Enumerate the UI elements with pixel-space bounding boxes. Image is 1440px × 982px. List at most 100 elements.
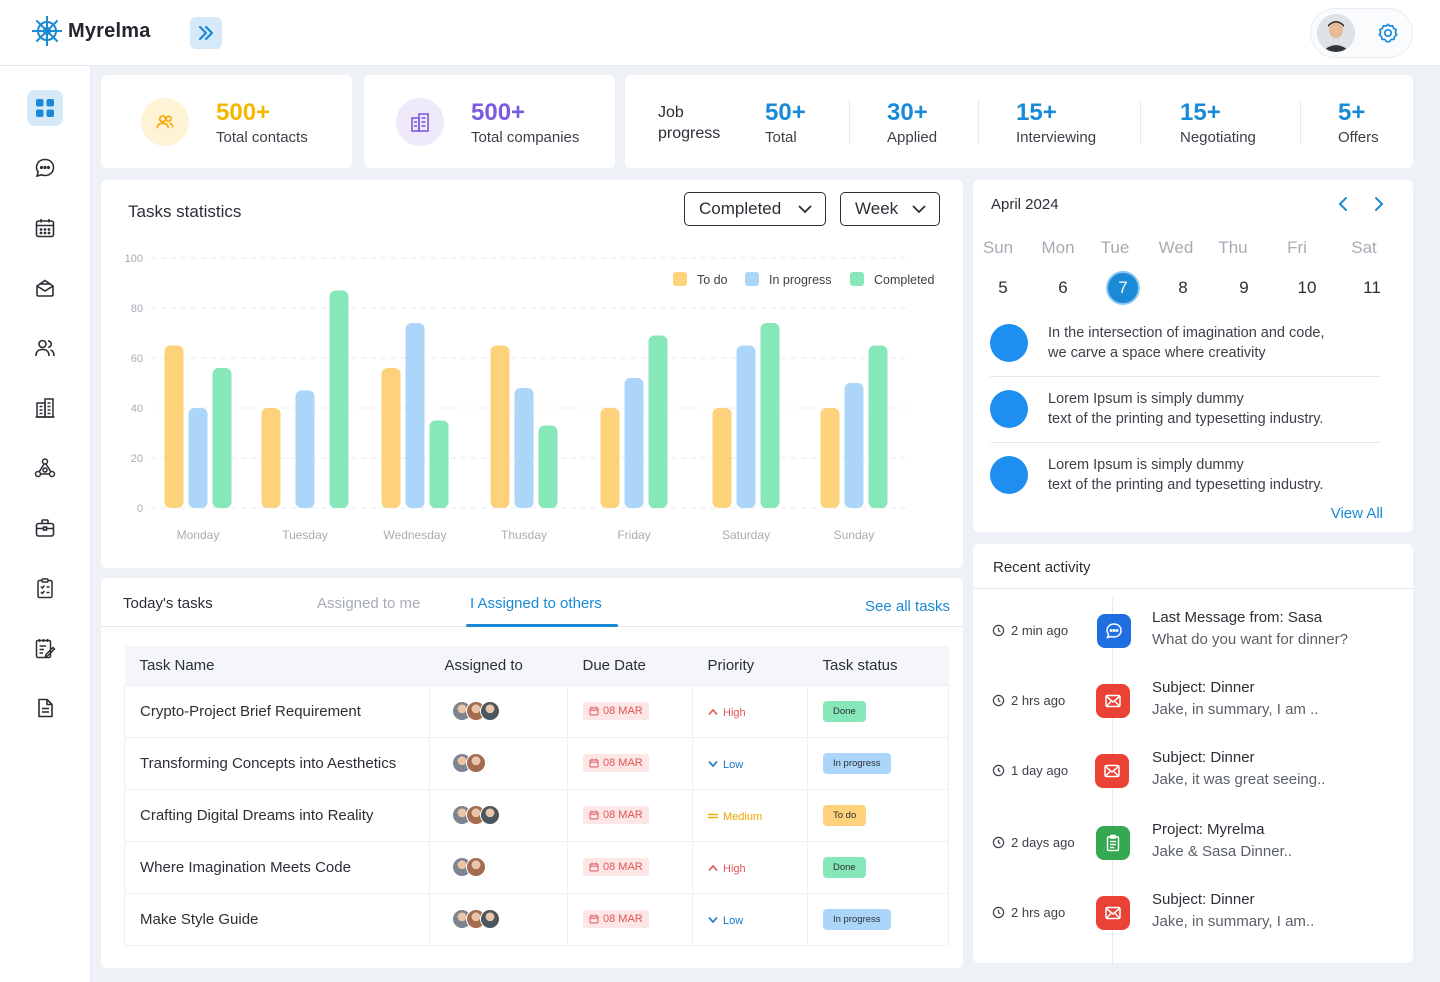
activity-title[interactable]: Project: Myrelma xyxy=(1152,821,1265,838)
calendar-day[interactable]: 9 xyxy=(1227,271,1261,305)
assignee-avatars[interactable] xyxy=(445,857,567,877)
column-header-assigned-to[interactable]: Assigned to xyxy=(429,646,568,685)
clipboard-icon[interactable] xyxy=(1096,826,1130,860)
expand-sidebar-button[interactable] xyxy=(190,17,222,49)
column-header-priority[interactable]: Priority xyxy=(692,646,808,685)
sidebar-item-calendar[interactable] xyxy=(27,210,63,246)
mail-icon[interactable] xyxy=(1095,754,1129,788)
calendar-prev-button[interactable] xyxy=(1331,192,1355,216)
view-all-link[interactable]: View All xyxy=(1331,505,1383,522)
event-line: text of the printing and typesetting ind… xyxy=(1048,477,1324,493)
sidebar-item-mail[interactable] xyxy=(27,270,63,306)
calendar-day[interactable]: 8 xyxy=(1166,271,1200,305)
activity-preview: Jake, in summary, I am.. xyxy=(1152,913,1315,930)
calendar-event[interactable]: Lorem Ipsum is simply dummy text of the p… xyxy=(1048,389,1368,429)
calendar-event[interactable]: Lorem Ipsum is simply dummy text of the p… xyxy=(1048,455,1368,495)
table-row[interactable]: Where Imagination Meets Code 08 MAR High Do… xyxy=(124,840,949,894)
edit-notes-icon xyxy=(35,639,56,659)
assignee-avatars[interactable] xyxy=(445,805,567,825)
mail-icon[interactable] xyxy=(1096,684,1130,718)
assignee-avatars[interactable] xyxy=(445,753,567,773)
priority-cell: Low xyxy=(692,892,808,946)
divider xyxy=(990,376,1380,377)
priority-cell: High xyxy=(692,840,808,894)
bar-in-progress[interactable] xyxy=(295,390,315,509)
bar-in-progress[interactable] xyxy=(188,408,208,508)
app-logo[interactable]: Myrelma xyxy=(30,14,151,48)
tab-assigned-to-me[interactable]: Assigned to me xyxy=(317,595,420,612)
x-tick-label: Saturday xyxy=(722,528,770,542)
bar-completed[interactable] xyxy=(868,345,888,509)
tab-todays-tasks[interactable]: Today's tasks xyxy=(123,595,213,612)
sidebar-item-documents[interactable] xyxy=(27,690,63,726)
bar-to-do[interactable] xyxy=(600,408,620,508)
table-row[interactable]: Transforming Concepts into Aesthetics 08 … xyxy=(124,736,949,790)
priority-text: Medium xyxy=(723,810,763,823)
bar-in-progress[interactable] xyxy=(514,388,534,508)
bar-in-progress[interactable] xyxy=(844,383,864,508)
contacts-count: 500+ xyxy=(216,99,271,126)
chat-icon[interactable] xyxy=(1097,614,1131,648)
calendar-day-selected[interactable]: 7 xyxy=(1106,271,1140,305)
bar-in-progress[interactable] xyxy=(405,323,425,508)
calendar-day[interactable]: 6 xyxy=(1046,271,1080,305)
sidebar-item-tasks[interactable] xyxy=(27,570,63,606)
bar-to-do[interactable] xyxy=(164,345,184,509)
sidebar-item-network[interactable] xyxy=(27,450,63,486)
calendar-day[interactable]: 10 xyxy=(1290,271,1324,305)
tab-assigned-to-others[interactable]: I Assigned to others xyxy=(470,595,602,612)
status-badge[interactable]: To do xyxy=(823,804,867,826)
sidebar-item-companies[interactable] xyxy=(27,390,63,426)
job-stat-offers: 5+ Offers xyxy=(1338,99,1379,146)
status-cell: Done xyxy=(807,840,949,894)
settings-gear-icon[interactable] xyxy=(1377,22,1399,44)
status-badge[interactable]: Done xyxy=(823,856,866,878)
status-badge[interactable]: Done xyxy=(823,700,866,722)
calendar-day[interactable]: 5 xyxy=(986,271,1020,305)
assignee-avatars[interactable] xyxy=(445,701,567,721)
column-header-task-name[interactable]: Task Name xyxy=(124,646,430,685)
bar-completed[interactable] xyxy=(760,323,780,508)
bar-in-progress[interactable] xyxy=(624,378,644,508)
sidebar-item-jobs[interactable] xyxy=(27,510,63,546)
bar-completed[interactable] xyxy=(429,420,449,509)
status-badge[interactable]: In progress xyxy=(823,908,891,930)
calendar-event[interactable]: In the intersection of imagination and c… xyxy=(1048,323,1368,363)
bar-completed[interactable] xyxy=(648,335,668,509)
table-row[interactable]: Crypto-Project Brief Requirement 08 MAR Hi… xyxy=(124,684,949,738)
activity-title[interactable]: Subject: Dinner xyxy=(1152,679,1255,696)
calendar-day[interactable]: 11 xyxy=(1355,271,1389,305)
clock-icon xyxy=(992,764,1005,777)
sidebar-item-dashboard[interactable] xyxy=(27,90,63,126)
activity-title[interactable]: Subject: Dinner xyxy=(1152,891,1255,908)
table-row[interactable]: Make Style Guide 08 MAR Low In progress xyxy=(124,892,949,946)
bar-to-do[interactable] xyxy=(381,368,401,508)
calendar-next-button[interactable] xyxy=(1367,192,1391,216)
activity-title[interactable]: Subject: Dinner xyxy=(1152,749,1255,766)
column-header-due-date[interactable]: Due Date xyxy=(567,646,693,685)
bar-in-progress[interactable] xyxy=(736,345,756,509)
event-line: Lorem Ipsum is simply dummy xyxy=(1048,457,1244,473)
priority-indicator: Medium xyxy=(708,811,762,823)
bar-completed[interactable] xyxy=(538,425,558,509)
mail-icon[interactable] xyxy=(1096,896,1130,930)
sidebar-item-messages[interactable] xyxy=(27,150,63,186)
recent-activity-card: Recent activity 2 min ago Last Message fr… xyxy=(973,544,1413,965)
column-header-task-status[interactable]: Task status xyxy=(807,646,949,685)
sidebar-item-contacts[interactable] xyxy=(27,330,63,366)
avatar xyxy=(466,857,486,877)
user-avatar[interactable] xyxy=(1317,14,1355,52)
assignee-avatars[interactable] xyxy=(445,909,567,929)
bar-to-do[interactable] xyxy=(261,408,281,508)
see-all-tasks-link[interactable]: See all tasks xyxy=(865,598,950,615)
bar-to-do[interactable] xyxy=(490,345,510,509)
sidebar-item-notes[interactable] xyxy=(27,630,63,666)
due-date-cell: 08 MAR xyxy=(567,684,693,738)
bar-to-do[interactable] xyxy=(712,408,732,508)
activity-title[interactable]: Last Message from: Sasa xyxy=(1152,609,1322,626)
bar-to-do[interactable] xyxy=(820,408,840,508)
table-row[interactable]: Crafting Digital Dreams into Reality 08 M… xyxy=(124,788,949,842)
status-badge[interactable]: In progress xyxy=(823,752,891,774)
bar-completed[interactable] xyxy=(212,368,232,508)
bar-completed[interactable] xyxy=(329,290,349,509)
